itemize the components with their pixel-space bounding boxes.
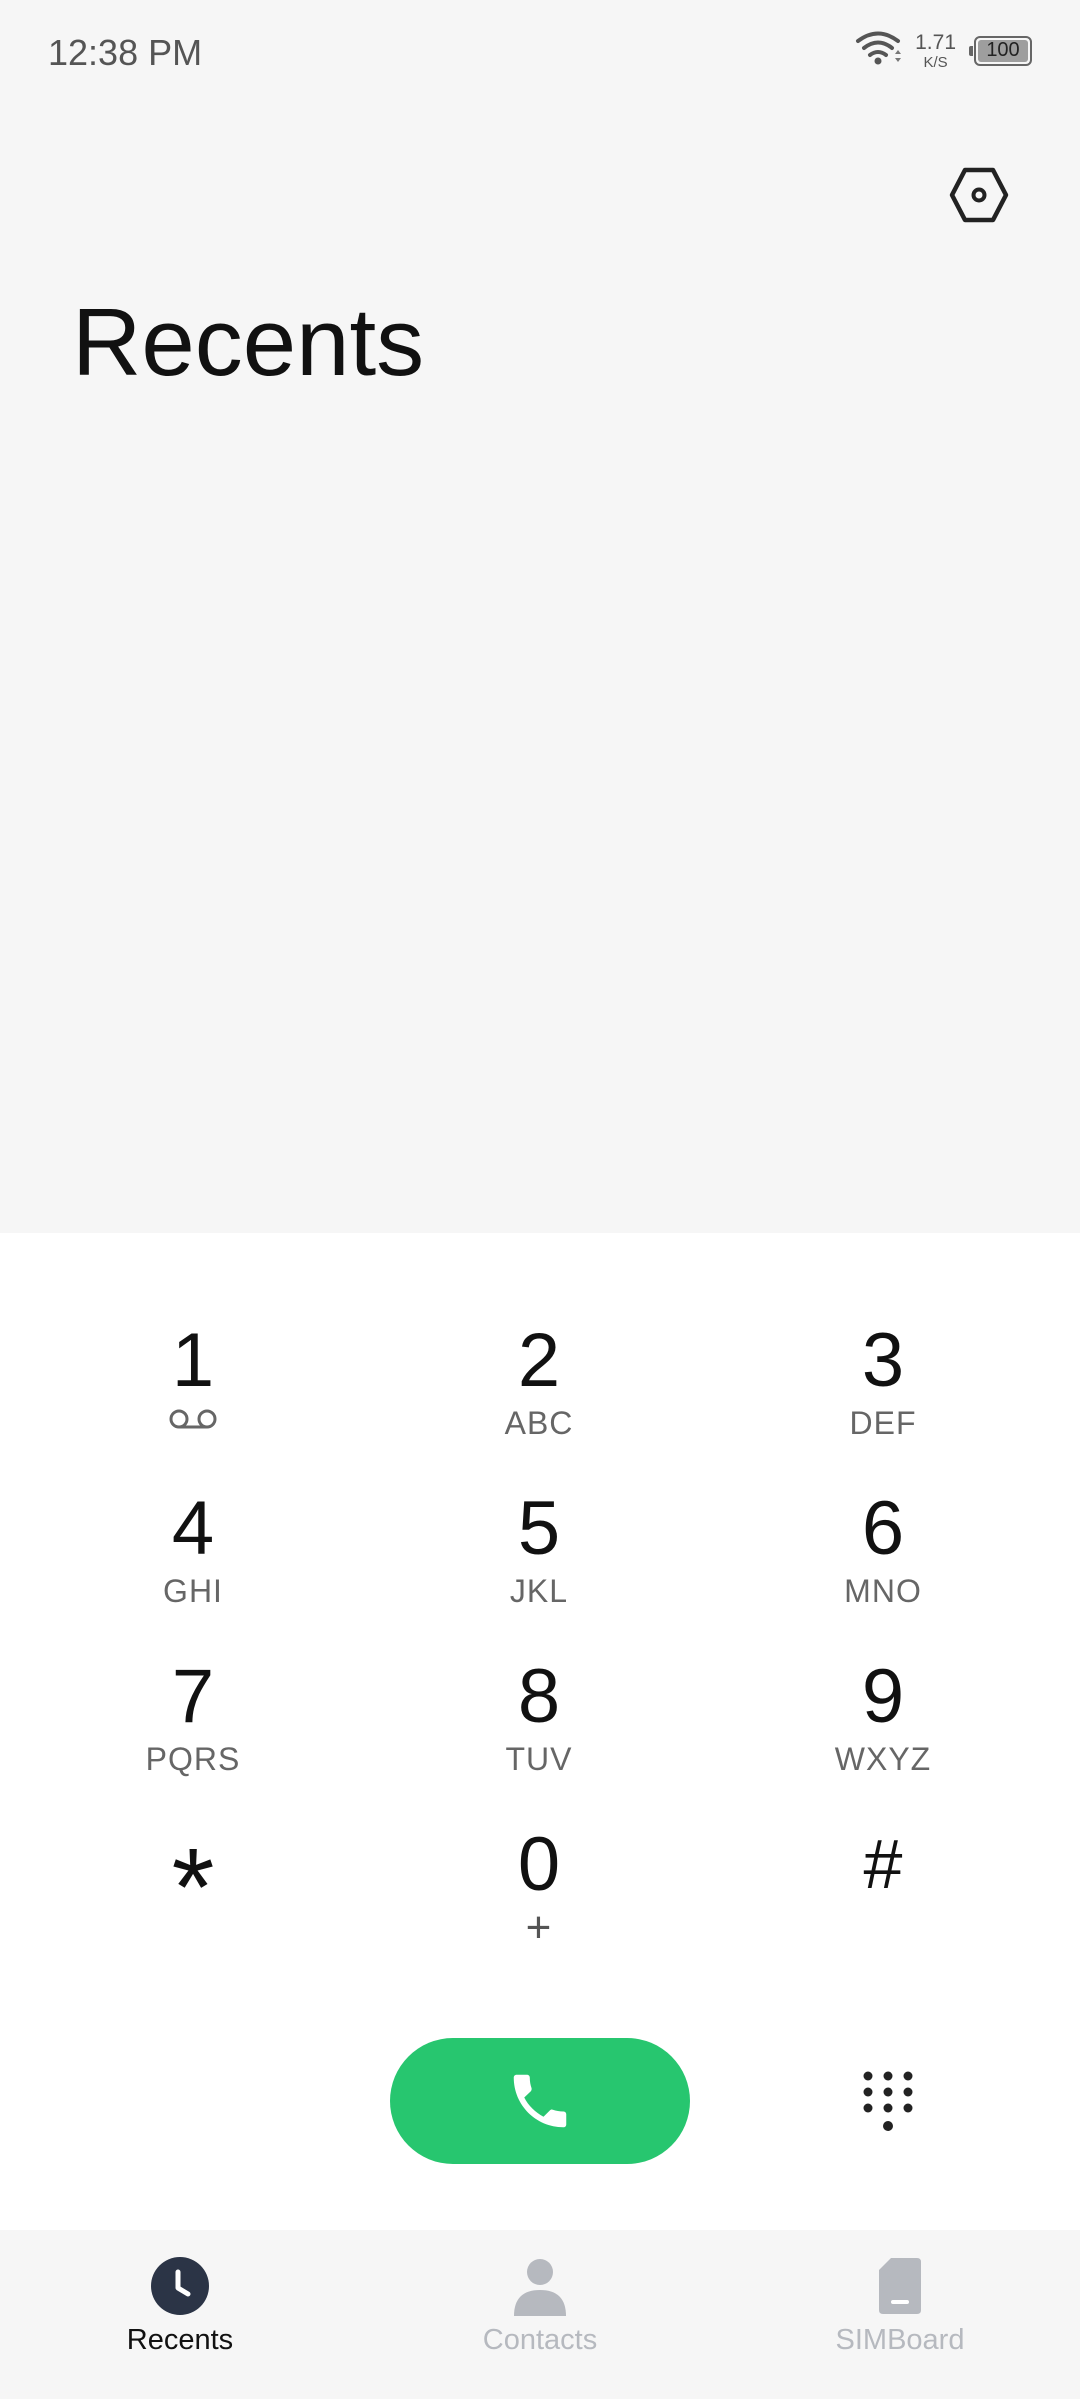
key-digit: 2 bbox=[517, 1318, 561, 1403]
network-speed-value: 1.71 bbox=[915, 30, 956, 54]
battery-level: 100 bbox=[986, 39, 1020, 61]
voicemail-icon bbox=[167, 1407, 219, 1436]
clock-icon bbox=[148, 2254, 212, 2318]
nav-recents[interactable]: Recents bbox=[0, 2230, 360, 2399]
nav-contacts[interactable]: Contacts bbox=[360, 2230, 720, 2399]
key-letters: JKL bbox=[509, 1573, 569, 1609]
recents-list[interactable] bbox=[0, 420, 1080, 1232]
dial-key-star[interactable]: * bbox=[83, 1819, 303, 1979]
key-letters: + bbox=[525, 1903, 553, 1952]
key-digit: 4 bbox=[171, 1486, 215, 1571]
nav-simboard[interactable]: SIMBoard bbox=[720, 2230, 1080, 2399]
key-letters: DEF bbox=[849, 1405, 917, 1441]
status-time: 12:38 PM bbox=[48, 32, 203, 73]
key-digit: 8 bbox=[517, 1654, 561, 1739]
network-speed: 1.71 K/S bbox=[915, 32, 956, 70]
call-button[interactable] bbox=[390, 2038, 690, 2164]
key-digit: * bbox=[171, 1826, 215, 1949]
phone-screen: 12:38 PM 1.71 K/S 100 Recents 1 2 ABC 3 … bbox=[0, 0, 1080, 2399]
dial-key-0[interactable]: 0 + bbox=[429, 1819, 649, 1979]
key-letters: GHI bbox=[163, 1573, 223, 1609]
key-digit: # bbox=[863, 1825, 903, 1903]
nav-label: SIMBoard bbox=[835, 2324, 965, 2356]
nav-label: Recents bbox=[126, 2324, 234, 2356]
key-digit: 6 bbox=[861, 1486, 905, 1571]
page-title: Recents bbox=[72, 289, 425, 396]
dial-key-9[interactable]: 9 WXYZ bbox=[773, 1651, 993, 1811]
key-letters: TUV bbox=[505, 1741, 573, 1777]
key-digit: 9 bbox=[861, 1654, 905, 1739]
nav-label: Contacts bbox=[482, 2324, 598, 2356]
dial-key-7[interactable]: 7 PQRS bbox=[83, 1651, 303, 1811]
network-speed-unit: K/S bbox=[923, 53, 948, 71]
dialpad-icon bbox=[863, 2071, 913, 2131]
sim-card-icon bbox=[868, 2254, 932, 2318]
status-icons: 1.71 K/S 100 bbox=[855, 30, 1032, 71]
dial-key-hash[interactable]: # bbox=[773, 1819, 993, 1979]
settings-button[interactable] bbox=[944, 160, 1014, 230]
dial-key-8[interactable]: 8 TUV bbox=[429, 1651, 649, 1811]
dial-key-1[interactable]: 1 bbox=[83, 1315, 303, 1475]
status-bar: 12:38 PM 1.71 K/S 100 bbox=[0, 0, 1080, 110]
phone-icon bbox=[513, 2074, 567, 2128]
key-digit: 7 bbox=[171, 1654, 215, 1739]
dial-key-5[interactable]: 5 JKL bbox=[429, 1483, 649, 1643]
dial-key-2[interactable]: 2 ABC bbox=[429, 1315, 649, 1475]
key-digit: 5 bbox=[517, 1486, 561, 1571]
key-letters: WXYZ bbox=[834, 1741, 932, 1777]
key-digit: 3 bbox=[861, 1318, 905, 1403]
action-row bbox=[0, 2010, 1080, 2210]
battery-icon: 100 bbox=[969, 35, 1032, 66]
settings-hexagon-icon bbox=[949, 167, 1009, 223]
bottom-nav: Recents Contacts SIMBoard bbox=[0, 2230, 1080, 2399]
wifi-icon bbox=[855, 30, 902, 71]
key-letters: PQRS bbox=[145, 1741, 241, 1777]
dialpad-toggle-button[interactable] bbox=[848, 2054, 928, 2154]
person-icon bbox=[508, 2254, 572, 2318]
key-letters: ABC bbox=[504, 1405, 574, 1441]
key-digit: 1 bbox=[171, 1318, 215, 1403]
dial-key-6[interactable]: 6 MNO bbox=[773, 1483, 993, 1643]
key-letters: MNO bbox=[844, 1573, 922, 1609]
dial-key-3[interactable]: 3 DEF bbox=[773, 1315, 993, 1475]
key-digit: 0 bbox=[517, 1822, 561, 1907]
dial-key-4[interactable]: 4 GHI bbox=[83, 1483, 303, 1643]
